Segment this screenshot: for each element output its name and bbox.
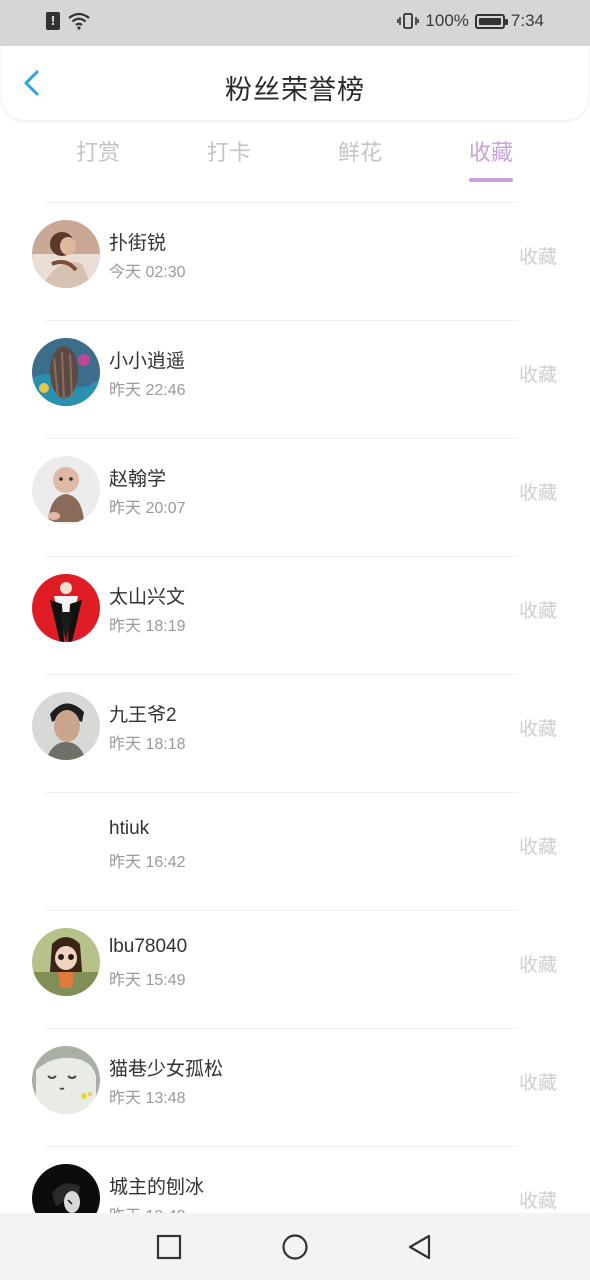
battery-icon <box>474 13 508 29</box>
home-button[interactable] <box>281 1233 309 1261</box>
fan-name: 小小逍遥 <box>109 351 186 372</box>
avatar[interactable] <box>32 928 100 996</box>
avatar[interactable] <box>32 692 100 760</box>
tab-favorites[interactable]: 收藏 <box>446 134 536 184</box>
fan-name: lbu78040 <box>109 936 188 957</box>
status-bar: ! 100% 7:34 <box>0 0 590 46</box>
battery-percent: 100% <box>425 11 469 30</box>
divider <box>44 792 518 793</box>
avatar[interactable] <box>32 1046 100 1114</box>
fan-name: 九王爷2 <box>109 705 177 726</box>
fan-time: 昨天 13:48 <box>109 1090 186 1107</box>
divider <box>44 1146 518 1147</box>
divider <box>44 674 518 675</box>
divider <box>44 438 518 439</box>
active-tab-indicator <box>469 178 513 182</box>
list-item[interactable]: 扑街锐 今天 02:30 收藏 <box>0 202 590 320</box>
fan-time: 昨天 20:07 <box>109 500 186 517</box>
divider <box>44 556 518 557</box>
avatar[interactable] <box>32 456 100 524</box>
fan-time: 今天 02:30 <box>109 264 186 281</box>
favorite-label: 收藏 <box>518 246 557 268</box>
favorite-label: 收藏 <box>518 718 557 740</box>
system-back-button[interactable] <box>406 1233 434 1261</box>
fan-time: 昨天 18:18 <box>109 736 186 753</box>
vibrate-icon <box>397 13 420 29</box>
app-screen: ! 100% 7:34 粉丝荣誉榜 打赏 打卡 鲜花 收藏 扑街锐 今天 02:… <box>0 0 590 1280</box>
favorite-label: 收藏 <box>518 364 557 386</box>
recent-apps-icon <box>156 1234 182 1260</box>
status-time: 7:34 <box>510 11 544 30</box>
tab-favorites-label: 收藏 <box>468 141 513 166</box>
list-item[interactable]: htiuk 昨天 16:42 收藏 <box>0 792 590 910</box>
wifi-icon <box>68 12 90 30</box>
favorite-label: 收藏 <box>518 954 557 976</box>
avatar[interactable] <box>32 574 100 642</box>
favorite-label: 收藏 <box>518 836 557 858</box>
fan-name: htiuk <box>109 818 150 839</box>
fan-time: 昨天 16:42 <box>109 854 186 871</box>
fan-name: 太山兴文 <box>109 587 186 608</box>
divider <box>44 910 518 911</box>
favorite-label: 收藏 <box>518 482 557 504</box>
fan-time: 昨天 18:19 <box>109 618 186 635</box>
divider <box>44 320 518 321</box>
system-nav-bar <box>0 1213 590 1280</box>
fan-time: 昨天 15:49 <box>109 972 186 989</box>
home-icon <box>282 1234 308 1260</box>
list-item[interactable]: lbu78040 昨天 15:49 收藏 <box>0 910 590 1028</box>
avatar[interactable] <box>32 220 100 288</box>
status-left: ! <box>46 12 90 30</box>
list-item[interactable]: 小小逍遥 昨天 22:46 收藏 <box>0 320 590 438</box>
tab-reward[interactable]: 打赏 <box>53 134 143 184</box>
back-icon <box>408 1234 431 1260</box>
page-title: 粉丝荣誉榜 <box>225 75 365 106</box>
app-header: 粉丝荣誉榜 <box>2 46 588 120</box>
fan-time: 昨天 22:46 <box>109 382 186 399</box>
fan-name: 扑街锐 <box>109 233 167 254</box>
favorite-label: 收藏 <box>518 600 557 622</box>
favorite-label: 收藏 <box>518 1072 557 1094</box>
fan-list: 扑街锐 今天 02:30 收藏 小小逍遥 昨天 22:46 收藏 赵翰学 昨天 … <box>0 202 590 1264</box>
divider <box>44 1028 518 1029</box>
list-item[interactable]: 太山兴文 昨天 18:19 收藏 <box>0 556 590 674</box>
fan-name: 城主的刨冰 <box>109 1177 205 1198</box>
fan-name: 猫巷少女孤松 <box>109 1059 224 1080</box>
list-item[interactable]: 猫巷少女孤松 昨天 13:48 收藏 <box>0 1028 590 1146</box>
tab-checkin[interactable]: 打卡 <box>184 134 274 184</box>
list-item[interactable]: 赵翰学 昨天 20:07 收藏 <box>0 438 590 556</box>
sim-alert-icon: ! <box>46 12 60 30</box>
avatar[interactable] <box>32 338 100 406</box>
tab-flowers[interactable]: 鲜花 <box>315 134 405 184</box>
favorite-label: 收藏 <box>518 1190 557 1212</box>
tab-bar: 打赏 打卡 鲜花 收藏 <box>0 134 590 188</box>
list-item[interactable]: 九王爷2 昨天 18:18 收藏 <box>0 674 590 792</box>
fan-name: 赵翰学 <box>109 469 167 490</box>
status-right: 100% 7:34 <box>397 11 544 31</box>
divider <box>44 202 518 203</box>
avatar[interactable] <box>32 810 100 878</box>
recent-apps-button[interactable] <box>155 1233 183 1261</box>
